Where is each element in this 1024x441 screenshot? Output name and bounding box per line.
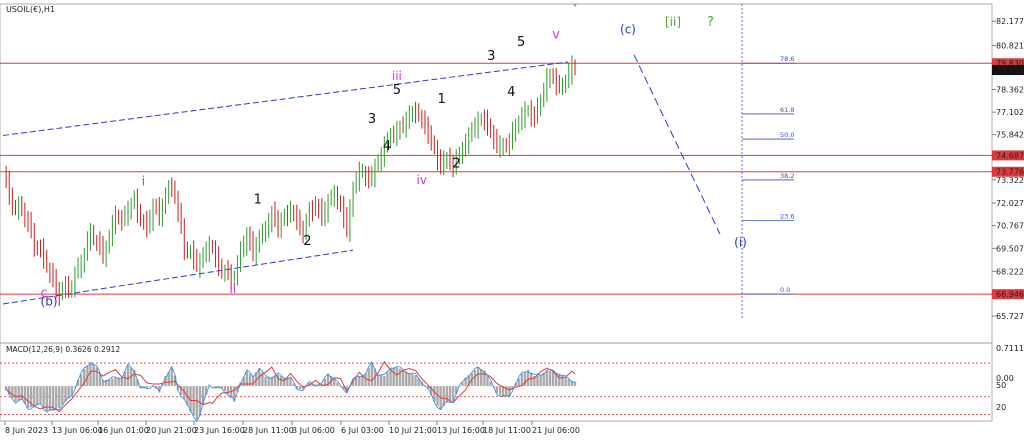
- time-tick-label: 21 Jul 06:00: [532, 426, 580, 435]
- wave-label: ?: [707, 15, 714, 30]
- wave-label: (i): [734, 236, 747, 250]
- wave-label: 2: [303, 234, 311, 249]
- macd-tick-label: 20: [996, 403, 1006, 412]
- wave-label: 3: [368, 112, 376, 127]
- wave-label: [ii]: [665, 15, 681, 29]
- time-tick-label: 20 Jun 21:00: [146, 426, 197, 435]
- fib-level-label: 50.0: [780, 131, 794, 139]
- wave-label: 2: [452, 157, 460, 172]
- price-tick-label: 68.222: [996, 267, 1024, 276]
- wave-label: 4: [383, 139, 391, 154]
- macd-tick-label: 0.7111: [996, 344, 1024, 353]
- wave-label: iii: [392, 69, 402, 83]
- level-tag-label: 74.687: [996, 151, 1024, 160]
- wave-label: 1: [437, 92, 445, 107]
- price-tick-label: 70.767: [996, 222, 1024, 231]
- time-tick-label: 8 Jun 2023: [5, 426, 48, 435]
- wave-label: v: [552, 28, 560, 43]
- macd-label: MACD(12,26,9) 0.3626 0.2912: [6, 345, 120, 354]
- current-price-label: 79.451: [996, 66, 1024, 75]
- wave-label: (c): [620, 22, 636, 36]
- wave-label: 1: [254, 193, 262, 208]
- time-tick-label: 13 Jun 06:00: [52, 426, 103, 435]
- price-tick-label: 78.362: [996, 86, 1024, 95]
- time-tick-label: 3 Jul 06:00: [292, 426, 335, 435]
- time-tick-label: 28 Jun 11:00: [243, 426, 294, 435]
- level-tag-label: 73.776: [996, 168, 1024, 177]
- time-tick-label: 16 Jun 01:00: [98, 426, 149, 435]
- fib-level-label: 61.8: [780, 106, 794, 114]
- wave-label: 4: [507, 85, 515, 100]
- price-chart[interactable]: USOIL(€),H1 78.661.850.038.223.60.0 1234…: [0, 0, 1024, 441]
- chart-background: [0, 0, 1024, 441]
- wave-label: 5: [517, 35, 525, 50]
- level-tag-label: 66.946: [996, 290, 1024, 299]
- wave-label: 5: [393, 83, 401, 98]
- price-tick-label: 72.027: [996, 199, 1024, 208]
- time-tick-label: 13 Jul 16:00: [437, 426, 485, 435]
- price-tick-label: 82.177: [996, 17, 1024, 26]
- fib-level-label: 0.0: [780, 286, 790, 294]
- macd-tick-label: 50: [996, 381, 1006, 390]
- wave-label: c: [40, 286, 47, 301]
- price-tick-label: 65.727: [996, 312, 1024, 321]
- fib-level-label: 23.6: [780, 213, 794, 221]
- time-tick-label: 18 Jul 11:00: [483, 426, 531, 435]
- price-tick-label: 73.322: [996, 176, 1024, 185]
- fib-level-label: 38.2: [780, 172, 794, 180]
- wave-label: 3: [487, 49, 495, 64]
- price-tick-label: 77.102: [996, 108, 1024, 117]
- wave-label: ii: [230, 282, 237, 296]
- fib-level-label: 78.6: [780, 55, 794, 63]
- symbol-label: USOIL(€),H1: [6, 5, 55, 14]
- wave-label: iv: [417, 173, 427, 187]
- time-tick-label: 6 Jul 03:00: [341, 426, 384, 435]
- price-tick-label: 80.821: [996, 41, 1024, 50]
- time-tick-label: 10 Jul 21:00: [389, 426, 437, 435]
- time-tick-label: 23 Jun 16:00: [194, 426, 245, 435]
- price-tick-label: 69.507: [996, 244, 1024, 253]
- price-tick-label: 75.842: [996, 131, 1024, 140]
- wave-label: i: [142, 175, 146, 190]
